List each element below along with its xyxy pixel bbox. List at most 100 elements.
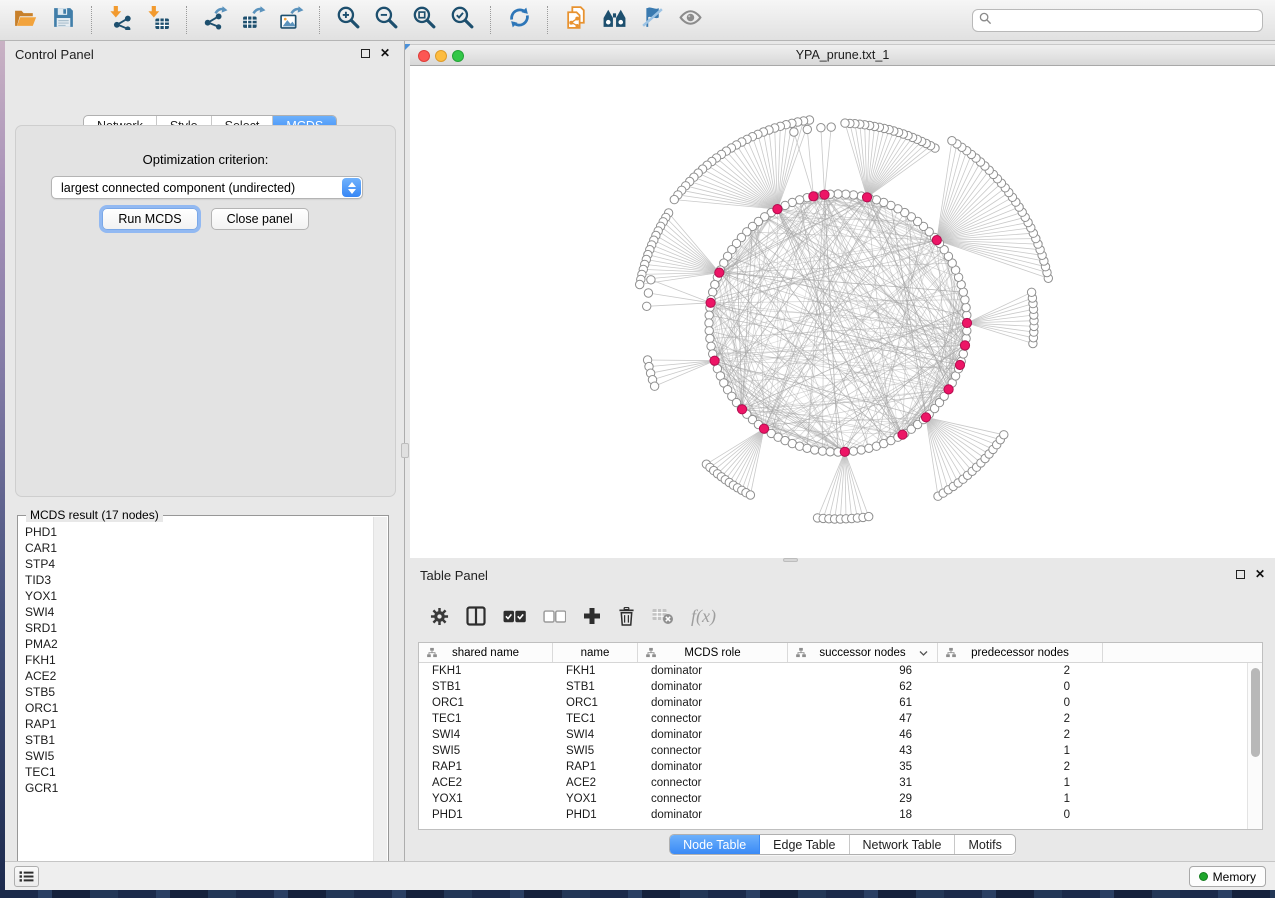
cell: dominator — [638, 663, 788, 679]
network-window-titlebar[interactable]: YPA_prune.txt_1 — [410, 44, 1275, 66]
network-graph[interactable] — [410, 66, 1275, 558]
cell: 61 — [788, 695, 938, 711]
toggle-panel-columns-button[interactable] — [466, 606, 486, 626]
flag-slash-icon — [640, 5, 665, 35]
table-row[interactable]: PHD1PHD1dominator180 — [419, 807, 1262, 823]
run-mcds-button[interactable]: Run MCDS — [102, 208, 197, 230]
zoom-out-button[interactable] — [367, 3, 405, 37]
table-settings-button[interactable] — [430, 607, 449, 626]
sort-descending-icon — [919, 650, 928, 657]
mcds-result-item[interactable]: STP4 — [25, 556, 372, 572]
hide-annotations-button[interactable] — [633, 3, 671, 37]
deselect-all-rows-button[interactable] — [543, 610, 566, 623]
table-row[interactable]: ACE2ACE2connector311 — [419, 775, 1262, 791]
tab-network-table[interactable]: Network Table — [850, 835, 956, 854]
select-all-rows-button[interactable] — [503, 610, 526, 623]
mcds-result-item[interactable]: TEC1 — [25, 764, 372, 780]
open-session-button[interactable] — [6, 3, 44, 37]
table-row[interactable]: FKH1FKH1dominator962 — [419, 663, 1262, 679]
column-header-shared-name[interactable]: shared name — [419, 643, 553, 662]
mcds-result-item[interactable]: FKH1 — [25, 652, 372, 668]
column-header-name[interactable]: name — [553, 643, 638, 662]
network-canvas[interactable] — [410, 66, 1275, 558]
table-scrollbar-thumb[interactable] — [1251, 668, 1260, 757]
mcds-result-item[interactable]: STB5 — [25, 684, 372, 700]
function-builder-button[interactable]: f(x) — [691, 606, 716, 627]
mcds-result-item[interactable]: CAR1 — [25, 540, 372, 556]
delete-table-button[interactable] — [652, 607, 674, 625]
column-label: MCDS role — [684, 647, 740, 659]
save-session-button[interactable] — [44, 3, 82, 37]
table-header-row: shared name name MCDS role successor nodes p… — [419, 643, 1262, 663]
table-row[interactable]: STB1STB1dominator620 — [419, 679, 1262, 695]
toolbar-separator — [186, 6, 187, 34]
delete-column-button[interactable] — [618, 607, 635, 626]
mcds-tab-pane: Optimization criterion: largest connecte… — [15, 125, 396, 497]
import-network-button[interactable] — [101, 3, 139, 37]
float-panel-icon[interactable] — [1236, 570, 1245, 579]
table-scrollbar[interactable] — [1247, 663, 1262, 829]
mcds-result-item[interactable]: YOX1 — [25, 588, 372, 604]
cell: STB1 — [553, 679, 638, 695]
close-panel-button[interactable]: Close panel — [211, 208, 309, 230]
mcds-result-item[interactable]: PHD1 — [25, 524, 372, 540]
toolbar-separator — [547, 6, 548, 34]
mcds-result-item[interactable]: TID3 — [25, 572, 372, 588]
table-row[interactable]: TEC1TEC1connector472 — [419, 711, 1262, 727]
global-search-field[interactable] — [972, 9, 1263, 32]
cell: 96 — [788, 663, 938, 679]
float-panel-icon[interactable] — [361, 49, 370, 58]
vertical-splitter[interactable] — [400, 41, 410, 861]
column-label: name — [581, 647, 610, 659]
mcds-result-item[interactable]: GCR1 — [25, 780, 372, 796]
column-header-predecessor-nodes[interactable]: predecessor nodes — [938, 643, 1103, 662]
mcds-result-item[interactable]: STB1 — [25, 732, 372, 748]
mcds-result-item[interactable]: SWI5 — [25, 748, 372, 764]
mcds-result-item[interactable]: SRD1 — [25, 620, 372, 636]
close-panel-icon[interactable]: ✕ — [380, 47, 390, 59]
search-network-button[interactable] — [595, 3, 633, 37]
show-graphics-details-button[interactable] — [671, 3, 709, 37]
zoom-in-button[interactable] — [329, 3, 367, 37]
table-row[interactable]: SWI5SWI5connector431 — [419, 743, 1262, 759]
search-input[interactable] — [996, 14, 1256, 28]
export-image-button[interactable] — [272, 3, 310, 37]
export-table-button[interactable] — [234, 3, 272, 37]
table-row[interactable]: ORC1ORC1dominator610 — [419, 695, 1262, 711]
export-network-button[interactable] — [196, 3, 234, 37]
log-console-button[interactable] — [14, 866, 39, 887]
mcds-result-item[interactable]: PMA2 — [25, 636, 372, 652]
splitter-grip[interactable] — [401, 443, 409, 458]
mcds-node — [710, 356, 719, 365]
mcds-result-scrollbar[interactable] — [373, 517, 387, 876]
import-table-button[interactable] — [139, 3, 177, 37]
mcds-node — [706, 298, 715, 307]
column-label: predecessor nodes — [971, 647, 1069, 659]
app-window: Control Panel ✕ NetworkStyleSelectMCDS O… — [0, 0, 1275, 898]
tab-node-table[interactable]: Node Table — [670, 835, 760, 854]
cell: RAP1 — [419, 759, 553, 775]
tab-motifs[interactable]: Motifs — [955, 835, 1014, 854]
column-header-MCDS-role[interactable]: MCDS role — [638, 643, 788, 662]
memory-button[interactable]: Memory — [1189, 866, 1266, 887]
column-header-successor-nodes[interactable]: successor nodes — [788, 643, 938, 662]
clone-network-button[interactable] — [557, 3, 595, 37]
open-folder-icon — [13, 5, 38, 35]
mcds-result-item[interactable]: ACE2 — [25, 668, 372, 684]
close-panel-icon[interactable]: ✕ — [1255, 568, 1265, 580]
add-column-button[interactable] — [583, 607, 601, 625]
table-row[interactable]: RAP1RAP1dominator352 — [419, 759, 1262, 775]
zoom-selected-button[interactable] — [443, 3, 481, 37]
tab-edge-table[interactable]: Edge Table — [760, 835, 849, 854]
control-panel: Control Panel ✕ NetworkStyleSelectMCDS O… — [5, 41, 400, 861]
list-icon — [19, 870, 34, 883]
zoom-fit-button[interactable] — [405, 3, 443, 37]
mcds-result-item[interactable]: RAP1 — [25, 716, 372, 732]
mcds-result-item[interactable]: SWI4 — [25, 604, 372, 620]
optimization-criterion-select[interactable]: largest connected component (undirected) — [51, 176, 363, 199]
apply-layout-button[interactable] — [500, 3, 538, 37]
table-row[interactable]: YOX1YOX1connector291 — [419, 791, 1262, 807]
table-row[interactable]: SWI4SWI4dominator462 — [419, 727, 1262, 743]
cell: ACE2 — [553, 775, 638, 791]
mcds-result-item[interactable]: ORC1 — [25, 700, 372, 716]
